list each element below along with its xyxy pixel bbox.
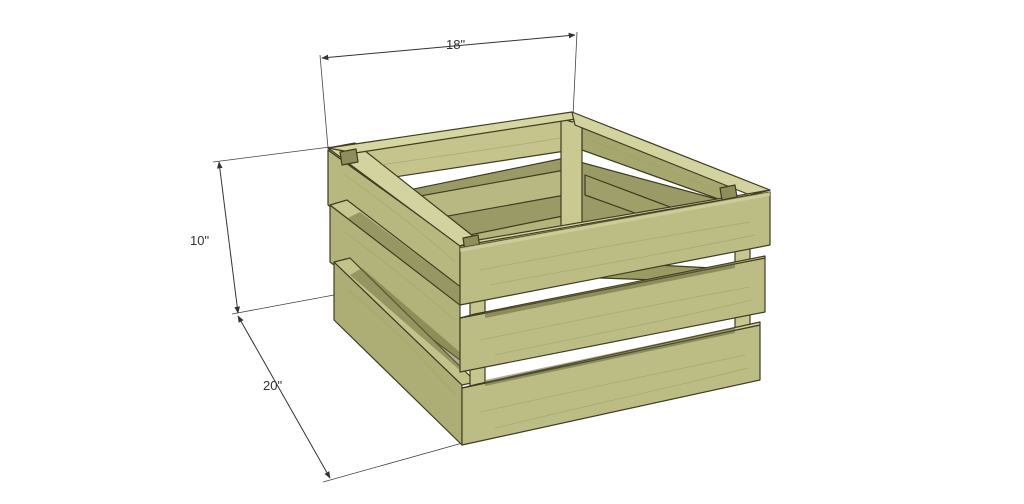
height-extension-bottom <box>231 294 335 315</box>
height-label: 10" <box>190 233 209 248</box>
height-dimension: 10" <box>190 146 335 315</box>
crate <box>327 111 771 446</box>
crate-diagram: 18" 10" 20" <box>190 31 771 483</box>
height-dimension-line <box>217 161 240 314</box>
width-extension-right <box>572 31 578 117</box>
depth-extension-front <box>322 441 467 483</box>
height-extension-top <box>212 146 331 163</box>
depth-label: 20" <box>263 378 282 393</box>
corner-post-back-right <box>719 184 738 201</box>
corner-post-back-left <box>339 148 359 166</box>
width-extension-left <box>319 54 329 149</box>
back-corner-post <box>560 117 583 233</box>
width-label: 18" <box>446 37 465 52</box>
depth-dimension-line <box>237 315 331 479</box>
